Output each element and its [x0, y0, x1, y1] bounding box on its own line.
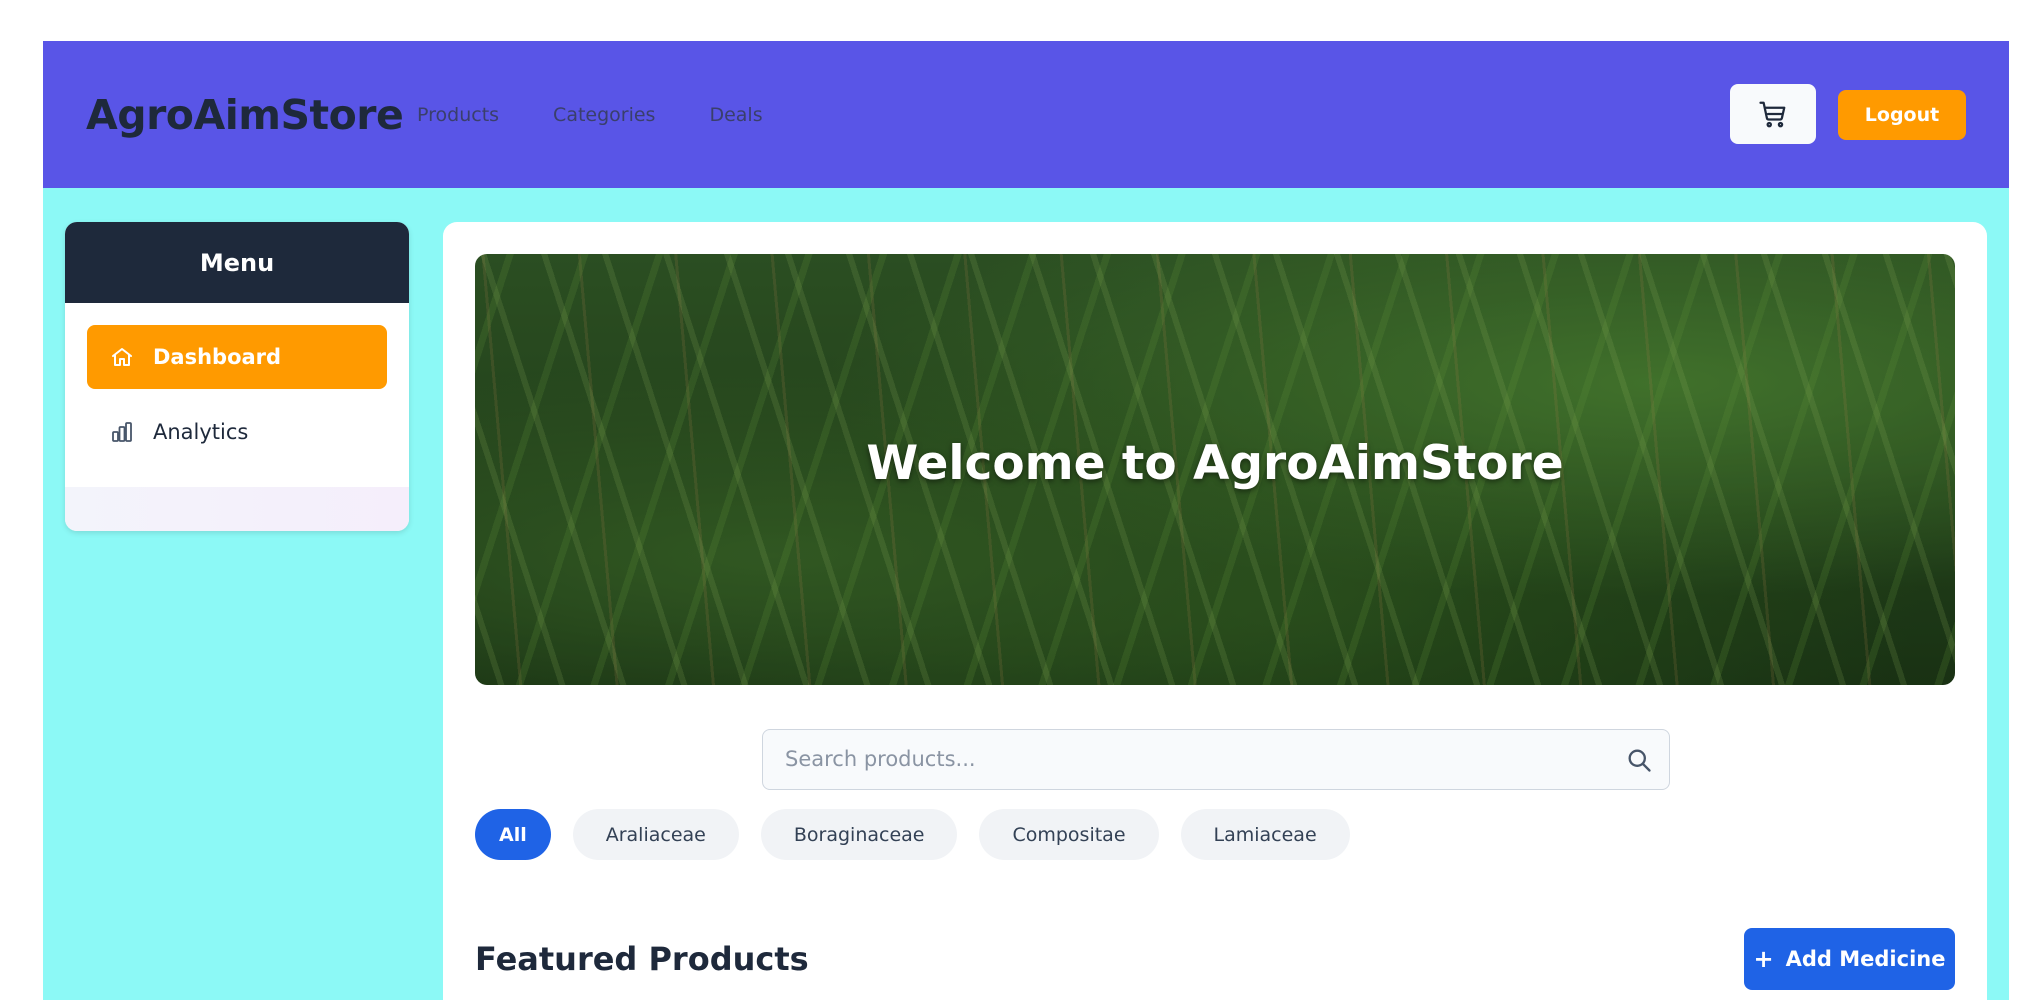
home-icon	[109, 344, 135, 370]
sidebar-item-label: Analytics	[153, 420, 249, 444]
hero-title: Welcome to AgroAimStore	[866, 436, 1564, 491]
plus-icon: +	[1753, 945, 1774, 973]
add-medicine-label: Add Medicine	[1785, 947, 1946, 971]
brand-logo[interactable]: AgroAimStore	[86, 91, 404, 139]
filter-boraginaceae[interactable]: Boraginaceae	[760, 809, 958, 860]
sidebar-footer	[65, 487, 409, 531]
filter-all[interactable]: All	[475, 809, 551, 860]
logout-button[interactable]: Logout	[1838, 90, 1966, 140]
category-filters: All Araliaceae Boraginaceae Compositae L…	[475, 809, 1372, 860]
sidebar-title: Menu	[65, 222, 409, 303]
top-header: AgroAimStore Products Categories Deals L…	[43, 41, 2009, 188]
bar-chart-icon	[109, 419, 135, 445]
search-icon[interactable]	[1625, 746, 1653, 774]
nav-categories[interactable]: Categories	[553, 104, 655, 126]
featured-products-title: Featured Products	[475, 940, 809, 978]
main-panel: Welcome to AgroAimStore All Araliaceae B…	[443, 222, 1987, 1000]
sidebar-item-label: Dashboard	[153, 345, 282, 369]
hero-banner: Welcome to AgroAimStore	[475, 254, 1955, 685]
app-frame: AgroAimStore Products Categories Deals L…	[43, 41, 2009, 1000]
add-medicine-button[interactable]: + Add Medicine	[1744, 928, 1955, 990]
filter-lamiaceae[interactable]: Lamiaceae	[1180, 809, 1350, 860]
search-bar	[762, 729, 1670, 790]
sidebar-item-dashboard[interactable]: Dashboard	[87, 325, 387, 389]
sidebar-item-analytics[interactable]: Analytics	[87, 400, 387, 464]
filter-araliaceae[interactable]: Araliaceae	[572, 809, 739, 860]
nav-products[interactable]: Products	[417, 104, 499, 126]
filter-compositae[interactable]: Compositae	[979, 809, 1159, 860]
sidebar: Menu Dashboard Analytics	[65, 222, 409, 531]
cart-button[interactable]	[1730, 84, 1816, 144]
nav-deals[interactable]: Deals	[709, 104, 762, 126]
shopping-cart-icon	[1759, 101, 1786, 128]
search-input[interactable]	[763, 730, 1603, 788]
top-nav: Products Categories Deals	[417, 104, 817, 126]
